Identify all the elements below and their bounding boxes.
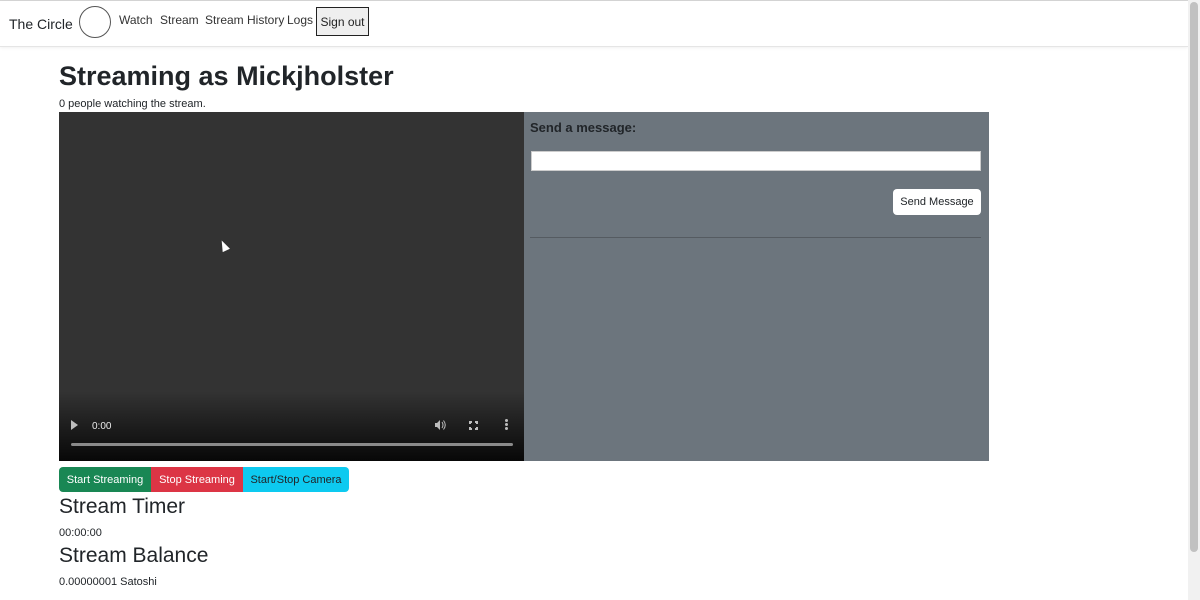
viewer-count: 0 people watching the stream. — [59, 98, 206, 110]
sign-out-button[interactable]: Sign out — [316, 7, 369, 36]
video-controls-overlay — [59, 391, 524, 461]
stop-streaming-button[interactable]: Stop Streaming — [151, 467, 243, 492]
chat-label: Send a message: — [530, 120, 637, 135]
chat-divider — [530, 237, 981, 238]
stream-balance-value: 0.00000001 Satoshi — [59, 576, 157, 588]
mouse-cursor-icon — [218, 238, 230, 253]
brand-link[interactable]: The Circle — [9, 16, 73, 32]
volume-icon[interactable] — [435, 420, 446, 433]
stream-balance-heading: Stream Balance — [59, 544, 209, 567]
page-title: Streaming as Mickjholster — [59, 61, 394, 91]
nav-link-stream[interactable]: Stream — [160, 13, 199, 27]
nav-link-logs[interactable]: Logs — [287, 13, 313, 27]
play-icon[interactable] — [71, 420, 78, 430]
video-player[interactable]: 0:00 — [59, 112, 524, 461]
video-time: 0:00 — [92, 421, 112, 432]
nav-link-stream-history[interactable]: Stream History — [205, 13, 284, 27]
nav-link-watch[interactable]: Watch — [119, 13, 153, 27]
stream-timer-value: 00:00:00 — [59, 527, 102, 539]
fullscreen-icon[interactable] — [468, 420, 479, 431]
navbar: The Circle Watch Stream Stream History L… — [0, 1, 1188, 47]
page-scrollbar[interactable] — [1188, 0, 1200, 600]
more-options-icon[interactable] — [505, 419, 508, 431]
send-message-button[interactable]: Send Message — [893, 189, 981, 215]
stream-timer-heading: Stream Timer — [59, 495, 186, 518]
video-progress-bar[interactable] — [71, 443, 513, 446]
chat-panel: Send a message: Send Message — [524, 112, 989, 461]
message-input[interactable] — [531, 151, 981, 171]
toggle-camera-button[interactable]: Start/Stop Camera — [243, 467, 349, 492]
start-streaming-button[interactable]: Start Streaming — [59, 467, 151, 492]
scrollbar-thumb[interactable] — [1190, 2, 1198, 552]
logo-icon — [79, 6, 111, 38]
